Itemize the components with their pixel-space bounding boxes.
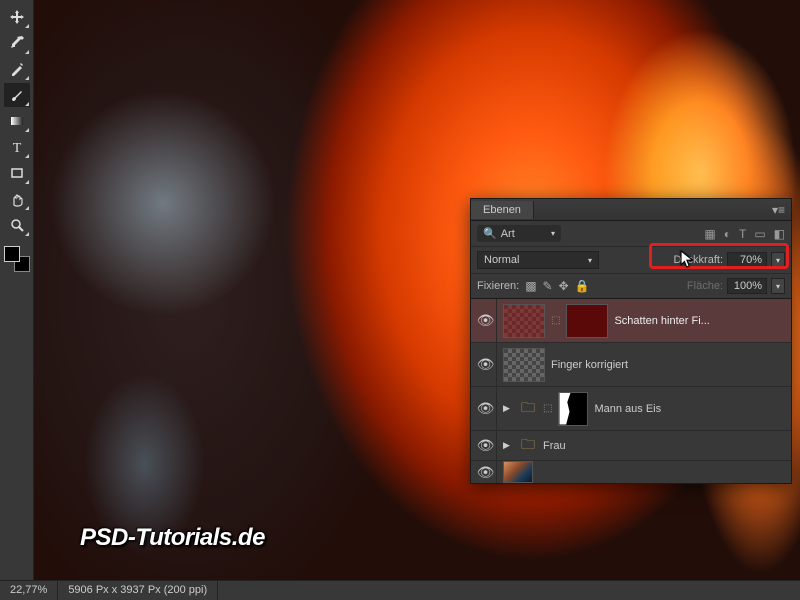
group-mask-thumbnail[interactable] [558,392,588,426]
lock-position-icon[interactable]: ✥ [559,279,569,293]
visibility-toggle-icon[interactable]: 👁 [475,299,497,342]
healing-brush-tool[interactable] [4,57,30,81]
lock-label: Fixieren: [477,280,519,292]
lock-transparency-icon[interactable]: ▩ [525,279,536,293]
color-swatches[interactable] [4,246,30,272]
eyedropper-tool[interactable] [4,31,30,55]
panel-flyout-menu-icon[interactable]: ▾≡ [766,203,791,217]
layer-name[interactable]: Mann aus Eis [594,403,787,415]
filter-shape-icon[interactable]: ▭ [754,227,765,241]
layer-thumbnail[interactable] [503,304,545,338]
layer-row[interactable]: 👁 Finger korrigiert [471,343,791,387]
filter-type-icon[interactable]: T [739,227,746,241]
mask-link-icon[interactable]: ⬚ [543,403,552,414]
foreground-color-swatch[interactable] [4,246,20,262]
layer-row[interactable]: 👁 ⬚ Schatten hinter Fi... [471,299,791,343]
fill-input[interactable]: 100% [727,278,767,294]
layer-name[interactable]: Finger korrigiert [551,359,787,371]
panel-header: Ebenen ▾≡ [471,199,791,221]
layer-mask-thumbnail[interactable] [566,304,608,338]
folder-icon: 🗀 [519,397,537,421]
search-icon: 🔍 [483,227,497,240]
type-tool[interactable]: T [4,135,30,159]
layer-group-row[interactable]: 👁 ▶ 🗀 ⬚ Mann aus Eis [471,387,791,431]
layers-list: 👁 ⬚ Schatten hinter Fi... 👁 Finger korri… [471,299,791,483]
watermark-text: PSD-Tutorials.de [80,524,265,552]
layer-row[interactable]: 👁 [471,461,791,483]
folder-icon: 🗀 [519,434,537,458]
opacity-dropdown[interactable]: ▾ [771,252,785,268]
layer-filter-row: 🔍 Art ▾ ▦ ◐ T ▭ ◧ [471,221,791,247]
layer-name[interactable]: Frau [543,440,787,452]
move-tool[interactable] [4,5,30,29]
visibility-toggle-icon[interactable]: 👁 [475,343,497,386]
zoom-tool[interactable] [4,213,30,237]
layer-thumbnail[interactable] [503,348,545,382]
zoom-level[interactable]: 22,77% [0,581,58,600]
expand-toggle-icon[interactable]: ▶ [503,440,513,451]
filter-adjustment-icon[interactable]: ◐ [724,227,731,241]
opacity-label[interactable]: Deckkraft: [673,254,723,266]
fill-dropdown[interactable]: ▾ [771,278,785,294]
filter-pixel-icon[interactable]: ▦ [704,227,715,241]
visibility-toggle-icon[interactable]: 👁 [475,461,497,483]
filter-type-label: Art [501,228,515,240]
layer-group-row[interactable]: 👁 ▶ 🗀 Frau [471,431,791,461]
panel-tab-layers[interactable]: Ebenen [471,201,534,219]
blend-mode-value: Normal [484,254,519,266]
hand-tool[interactable] [4,187,30,211]
expand-toggle-icon[interactable]: ▶ [503,403,513,414]
chevron-down-icon: ▾ [588,256,592,265]
lock-pixels-icon[interactable]: ✎ [543,279,553,293]
blend-opacity-row: Normal ▾ Deckkraft: 70% ▾ [471,247,791,274]
document-dimensions: 5906 Px x 3937 Px (200 ppi) [58,581,218,600]
layer-filter-type[interactable]: 🔍 Art ▾ [477,225,561,242]
status-bar: 22,77% 5906 Px x 3937 Px (200 ppi) [0,580,800,600]
svg-text:T: T [12,141,21,155]
visibility-toggle-icon[interactable]: 👁 [475,387,497,430]
mask-link-icon[interactable]: ⬚ [551,315,560,326]
gradient-tool[interactable] [4,109,30,133]
lock-all-icon[interactable]: 🔒 [575,279,590,293]
fill-label[interactable]: Fläche: [687,280,723,292]
filter-smart-icon[interactable]: ◧ [774,227,785,241]
visibility-toggle-icon[interactable]: 👁 [475,431,497,460]
brush-tool[interactable] [4,83,30,107]
layer-thumbnail[interactable] [503,461,533,483]
lock-fill-row: Fixieren: ▩ ✎ ✥ 🔒 Fläche: 100% ▾ [471,274,791,299]
layers-panel: Ebenen ▾≡ 🔍 Art ▾ ▦ ◐ T ▭ ◧ Normal ▾ Dec… [470,198,792,484]
rectangle-tool[interactable] [4,161,30,185]
tools-toolbar: T [0,0,34,600]
opacity-input[interactable]: 70% [727,252,767,268]
filter-icons: ▦ ◐ T ▭ ◧ [704,227,785,241]
blend-mode-dropdown[interactable]: Normal ▾ [477,251,599,269]
layer-name[interactable]: Schatten hinter Fi... [614,315,787,327]
chevron-down-icon: ▾ [551,229,555,238]
